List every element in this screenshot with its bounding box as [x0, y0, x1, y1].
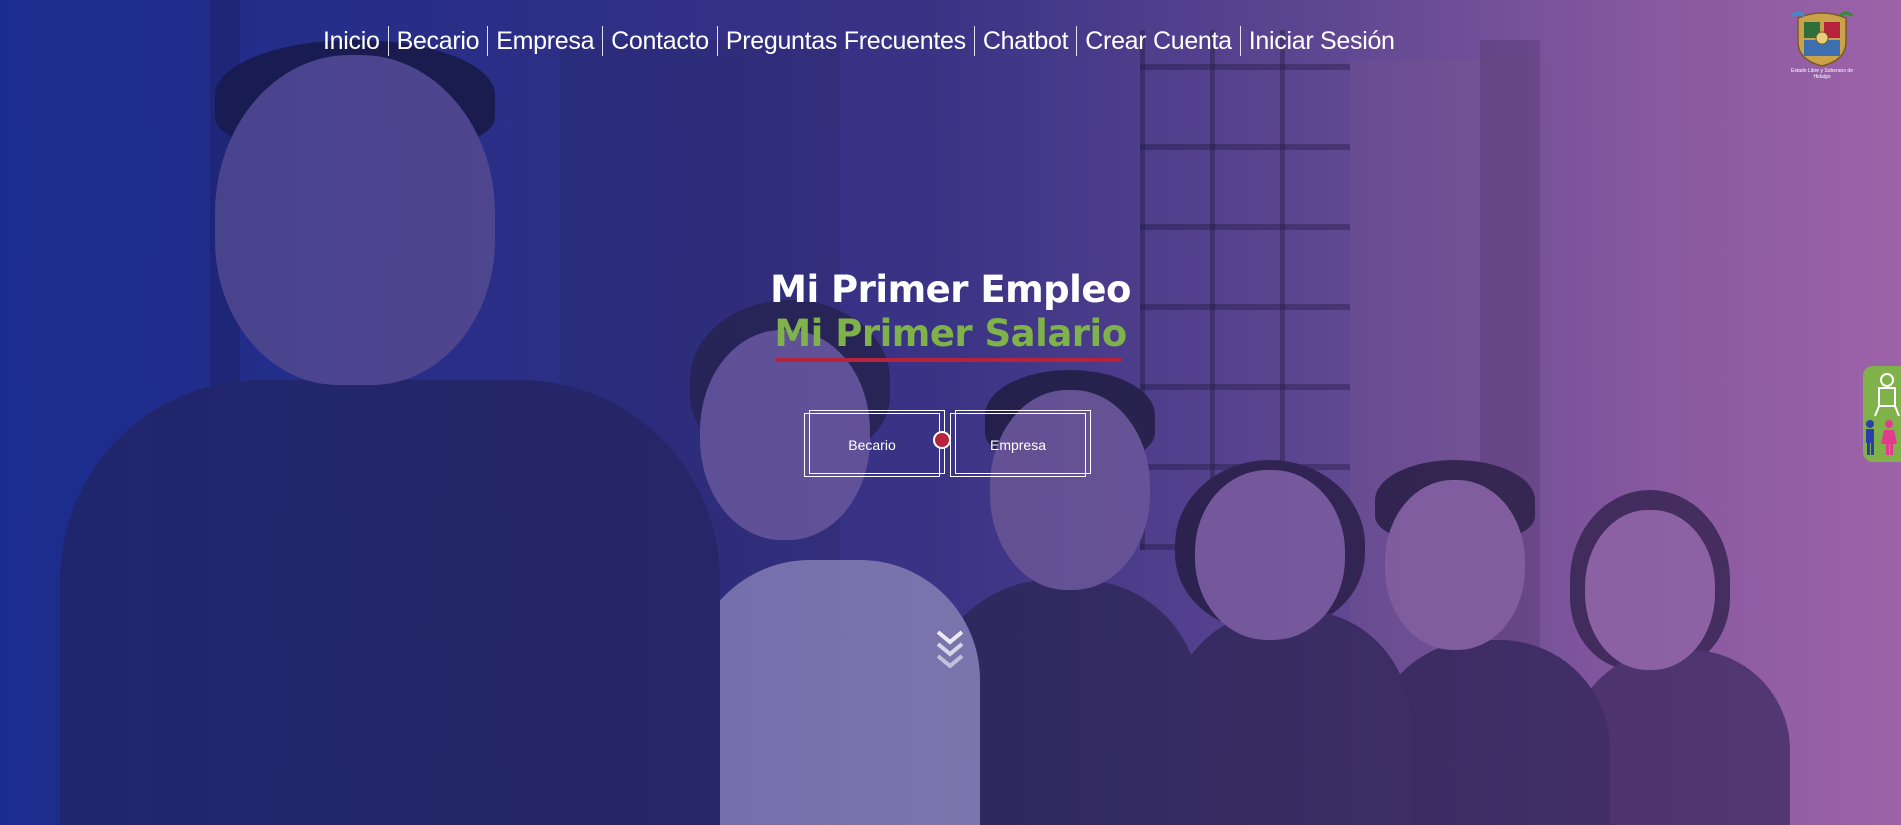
title-underline — [776, 358, 1122, 362]
coat-of-arms-icon — [1790, 11, 1854, 67]
hero-title-line2: Mi Primer Salario — [774, 312, 1127, 355]
nav-becario[interactable]: Becario — [387, 26, 488, 56]
empresa-button[interactable]: Empresa — [950, 410, 1091, 477]
main-nav: Inicio Becario Empresa Contacto Pregunta… — [323, 26, 1403, 56]
accessibility-tab[interactable] — [1863, 366, 1901, 462]
button-frame — [955, 410, 1091, 474]
nav-iniciar-sesion[interactable]: Iniciar Sesión — [1239, 26, 1403, 56]
nav-preguntas-frecuentes[interactable]: Preguntas Frecuentes — [716, 26, 974, 56]
double-chevron-down-icon[interactable] — [936, 628, 964, 669]
nav-chatbot[interactable]: Chatbot — [973, 26, 1076, 56]
nav-crear-cuenta[interactable]: Crear Cuenta — [1076, 26, 1239, 56]
nav-contacto[interactable]: Contacto — [602, 26, 717, 56]
button-divider-dot — [933, 431, 951, 449]
becario-button[interactable]: Becario — [804, 410, 945, 477]
logo-caption: Estado Libre y Soberano de Hidalgo — [1791, 68, 1853, 80]
state-logo[interactable]: Estado Libre y Soberano de Hidalgo — [1790, 8, 1854, 86]
button-frame — [809, 410, 945, 474]
hero-title-line1: Mi Primer Empleo — [770, 268, 1131, 311]
nav-empresa[interactable]: Empresa — [487, 26, 602, 56]
nav-inicio[interactable]: Inicio — [323, 26, 388, 56]
accessibility-icon — [1866, 373, 1900, 455]
